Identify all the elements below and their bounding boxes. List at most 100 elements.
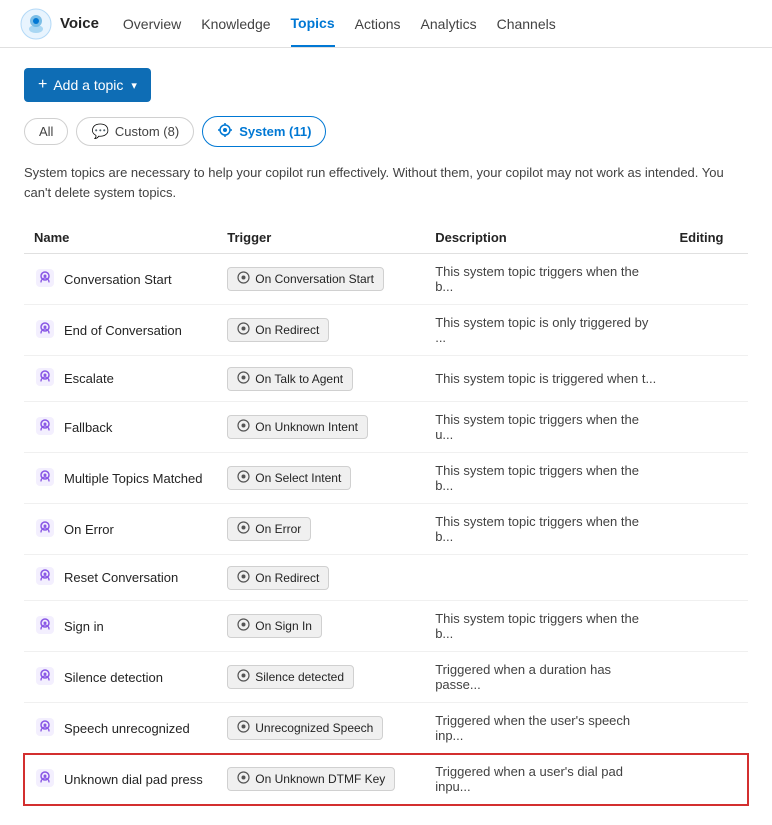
table-row[interactable]: Fallback On Unknown Intent This system t…	[24, 402, 748, 453]
filter-all-label: All	[39, 124, 53, 139]
topic-name-cell: Conversation Start	[34, 267, 207, 292]
topic-icon	[34, 318, 56, 343]
trigger-label: On Error	[255, 522, 301, 536]
col-header-name: Name	[24, 222, 217, 254]
app-logo: Voice	[20, 8, 99, 40]
trigger-icon	[237, 720, 250, 736]
top-navigation: Voice Overview Knowledge Topics Actions Anal…	[0, 0, 772, 48]
topic-editing	[669, 254, 748, 305]
topic-name-cell: Sign in	[34, 614, 207, 639]
topic-description	[425, 555, 669, 601]
trigger-badge: On Error	[227, 517, 311, 541]
filter-custom[interactable]: 💬 Custom (8)	[76, 117, 194, 146]
trigger-icon	[237, 419, 250, 435]
topic-icon	[34, 415, 56, 440]
trigger-icon	[237, 570, 250, 586]
info-text: System topics are necessary to help your…	[24, 163, 748, 202]
trigger-label: Unrecognized Speech	[255, 721, 373, 735]
filter-all[interactable]: All	[24, 118, 68, 145]
topic-editing	[669, 305, 748, 356]
topic-name-cell: Fallback	[34, 415, 207, 440]
topic-editing	[669, 356, 748, 402]
trigger-badge: On Unknown DTMF Key	[227, 767, 395, 791]
topic-icon	[34, 665, 56, 690]
table-row[interactable]: On Error On Error This system topic trig…	[24, 504, 748, 555]
trigger-badge: On Conversation Start	[227, 267, 384, 291]
table-row[interactable]: Silence detection Silence detected Trigg…	[24, 652, 748, 703]
topic-icon	[34, 517, 56, 542]
topic-icon	[34, 466, 56, 491]
table-row[interactable]: Speech unrecognized Unrecognized Speech …	[24, 703, 748, 754]
topic-description: This system topic triggers when the b...	[425, 504, 669, 555]
topic-icon	[34, 366, 56, 391]
trigger-icon	[237, 669, 250, 685]
trigger-icon	[237, 271, 250, 287]
topic-editing	[669, 652, 748, 703]
trigger-icon	[237, 771, 250, 787]
topic-name-cell: Unknown dial pad press	[34, 767, 207, 792]
trigger-badge: On Sign In	[227, 614, 322, 638]
app-name: Voice	[60, 15, 99, 32]
trigger-icon	[237, 618, 250, 634]
topic-name-cell: Speech unrecognized	[34, 716, 207, 741]
add-topic-button[interactable]: + Add a topic ▾	[24, 68, 151, 102]
trigger-label: Silence detected	[255, 670, 344, 684]
plus-icon: +	[38, 76, 47, 94]
topic-editing	[669, 754, 748, 805]
topic-editing	[669, 601, 748, 652]
topic-name: Unknown dial pad press	[64, 772, 203, 787]
table-row[interactable]: Escalate On Talk to Agent This system to…	[24, 356, 748, 402]
trigger-label: On Unknown DTMF Key	[255, 772, 385, 786]
topic-icon	[34, 267, 56, 292]
chat-icon: 💬	[91, 123, 108, 140]
topic-editing	[669, 555, 748, 601]
topic-icon	[34, 767, 56, 792]
filter-custom-label: Custom (8)	[115, 124, 179, 139]
main-content: + Add a topic ▾ All 💬 Custom (8)	[0, 48, 772, 825]
table-row[interactable]: Conversation Start On Conversation Start…	[24, 254, 748, 305]
topic-name: Conversation Start	[64, 272, 172, 287]
topic-name-cell: On Error	[34, 517, 207, 542]
table-row[interactable]: Reset Conversation On Redirect	[24, 555, 748, 601]
topic-name-cell: Reset Conversation	[34, 565, 207, 590]
topic-editing	[669, 504, 748, 555]
topic-name: Speech unrecognized	[64, 721, 190, 736]
table-row[interactable]: Sign in On Sign In This system topic tri…	[24, 601, 748, 652]
topic-name-cell: Escalate	[34, 366, 207, 391]
nav-link-actions[interactable]: Actions	[355, 2, 401, 46]
nav-link-knowledge[interactable]: Knowledge	[201, 2, 270, 46]
trigger-badge: On Redirect	[227, 318, 329, 342]
trigger-label: On Talk to Agent	[255, 372, 343, 386]
topic-name: Escalate	[64, 371, 114, 386]
topic-description: This system topic triggers when the u...	[425, 402, 669, 453]
nav-link-overview[interactable]: Overview	[123, 2, 181, 46]
topic-name: Reset Conversation	[64, 570, 178, 585]
table-row[interactable]: Multiple Topics Matched On Select Intent…	[24, 453, 748, 504]
topic-name: Sign in	[64, 619, 104, 634]
nav-link-analytics[interactable]: Analytics	[421, 2, 477, 46]
topic-name: End of Conversation	[64, 323, 182, 338]
table-row[interactable]: End of Conversation On Redirect This sys…	[24, 305, 748, 356]
trigger-badge: On Unknown Intent	[227, 415, 368, 439]
table-header-row: Name Trigger Description Editing	[24, 222, 748, 254]
system-icon	[217, 122, 233, 141]
filter-tabs: All 💬 Custom (8) System (11)	[24, 116, 748, 147]
trigger-icon	[237, 371, 250, 387]
trigger-badge: On Select Intent	[227, 466, 351, 490]
topic-icon	[34, 565, 56, 590]
nav-link-channels[interactable]: Channels	[497, 2, 556, 46]
filter-system[interactable]: System (11)	[202, 116, 326, 147]
trigger-badge: Unrecognized Speech	[227, 716, 383, 740]
topic-name-cell: End of Conversation	[34, 318, 207, 343]
nav-link-topics[interactable]: Topics	[291, 1, 335, 47]
table-row[interactable]: Unknown dial pad press On Unknown DTMF K…	[24, 754, 748, 805]
nav-links: Overview Knowledge Topics Actions Analytics C…	[123, 1, 556, 47]
topic-description: Triggered when a user's dial pad inpu...	[425, 754, 669, 805]
col-header-trigger: Trigger	[217, 222, 425, 254]
topic-description: Triggered when the user's speech inp...	[425, 703, 669, 754]
topic-description: This system topic triggers when the b...	[425, 453, 669, 504]
topic-name-cell: Silence detection	[34, 665, 207, 690]
topic-name: Fallback	[64, 420, 112, 435]
trigger-icon	[237, 470, 250, 486]
trigger-label: On Redirect	[255, 571, 319, 585]
